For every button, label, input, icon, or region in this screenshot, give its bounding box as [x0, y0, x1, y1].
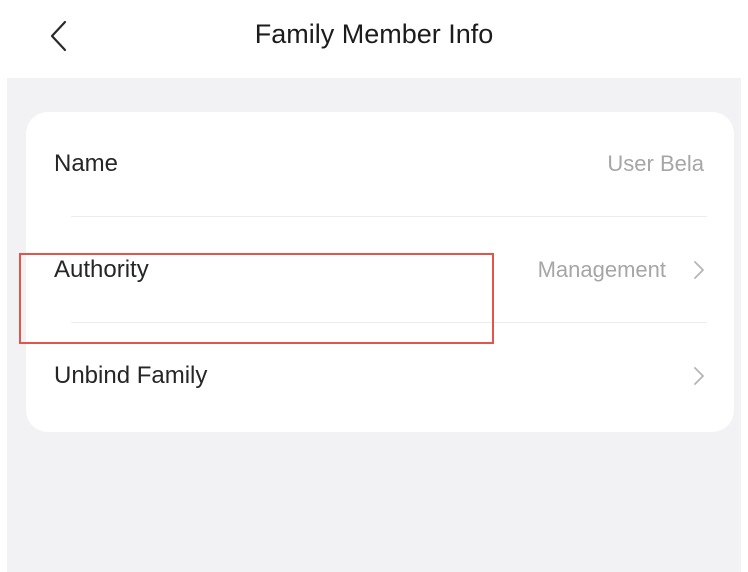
content-area: Name User Bela Authority Management Unbi… — [7, 78, 741, 572]
member-info-card: Name User Bela Authority Management Unbi… — [26, 112, 734, 432]
name-row[interactable]: Name User Bela — [26, 112, 734, 216]
unbind-family-label: Unbind Family — [54, 362, 208, 389]
divider — [71, 216, 707, 217]
name-value: User Bela — [607, 151, 704, 176]
authority-label: Authority — [54, 256, 149, 283]
header-bar: Family Member Info — [0, 0, 748, 78]
unbind-family-row[interactable]: Unbind Family — [26, 324, 734, 428]
name-label: Name — [54, 150, 119, 177]
page-title: Family Member Info — [254, 19, 494, 49]
divider — [71, 322, 707, 323]
chevron-right-icon — [694, 367, 704, 385]
authority-row[interactable]: Authority Management — [26, 218, 734, 322]
authority-value: Management — [537, 257, 666, 282]
chevron-right-icon — [694, 261, 704, 279]
